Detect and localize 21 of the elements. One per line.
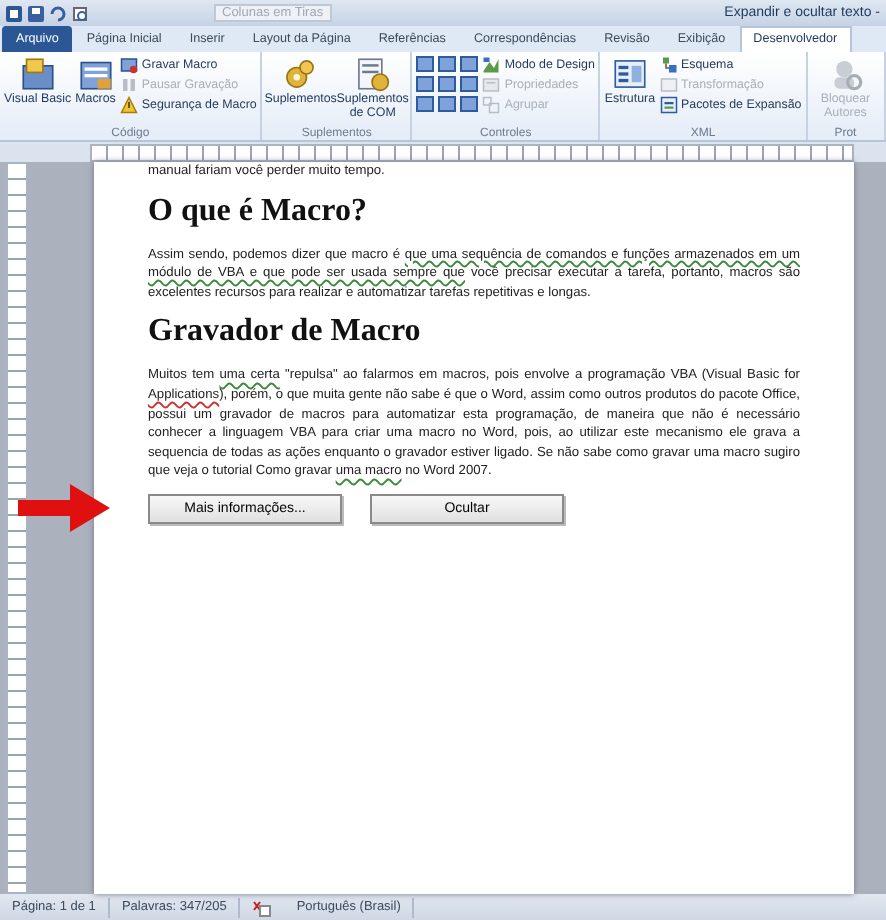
gears-icon — [282, 56, 319, 92]
structure-icon — [611, 56, 648, 92]
record-icon — [119, 56, 138, 74]
print-preview-icon[interactable] — [72, 5, 88, 21]
schema-icon — [659, 56, 678, 74]
document-gear-icon — [354, 56, 391, 92]
macro-list-icon — [77, 56, 114, 92]
code-window-icon — [19, 56, 56, 92]
transform-icon — [659, 76, 678, 94]
group-icon — [482, 96, 501, 114]
horizontal-ruler[interactable] — [90, 143, 854, 161]
arrow-icon — [18, 483, 110, 532]
proofing-icon[interactable] — [252, 899, 273, 917]
pause-icon — [119, 76, 138, 94]
save-icon[interactable] — [28, 5, 44, 21]
heading: Gravador de Macro — [148, 314, 423, 351]
package-icon — [659, 96, 678, 114]
properties-icon — [482, 76, 501, 94]
undo-icon[interactable] — [50, 5, 66, 21]
heading: O que é Macro? — [148, 193, 369, 230]
warning-icon — [119, 96, 138, 114]
